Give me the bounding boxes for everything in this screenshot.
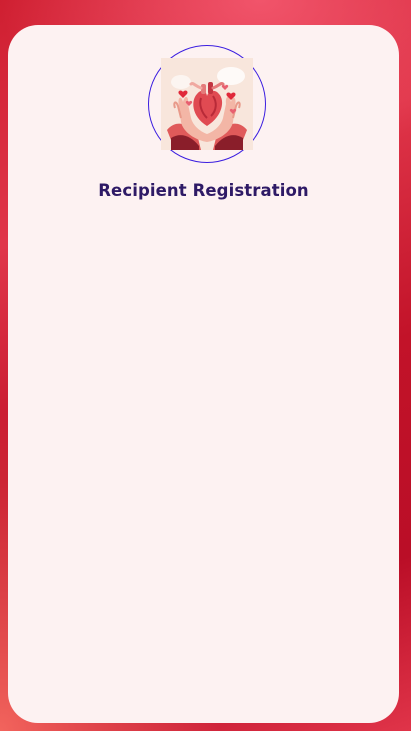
avatar bbox=[148, 45, 266, 163]
heart-in-hands-icon bbox=[161, 58, 253, 150]
page-title: Recipient Registration bbox=[98, 181, 309, 200]
registration-card: Recipient Registration bbox=[8, 25, 399, 723]
